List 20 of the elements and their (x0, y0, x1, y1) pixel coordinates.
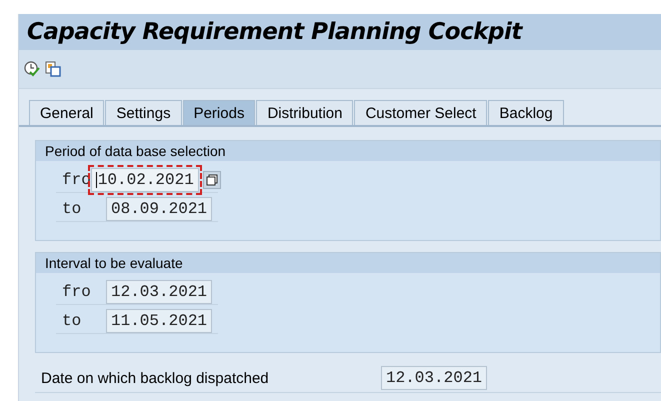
tab[interactable]: General (29, 100, 104, 125)
tab[interactable]: Customer Select (354, 100, 488, 125)
field-label: to (61, 312, 82, 330)
date-field[interactable]: 08.09.2021 (106, 196, 212, 220)
copy-icon[interactable] (44, 60, 62, 78)
tab[interactable]: Distribution (256, 100, 354, 125)
value-help-icon[interactable] (202, 170, 221, 188)
field-label: Date on which backlog dispatched (41, 370, 270, 386)
date-field[interactable]: 12.03.2021 (381, 366, 488, 390)
group-title: Period of data base selection (45, 143, 226, 159)
field-label: fro (61, 282, 92, 300)
date-field[interactable]: 11.05.2021 (106, 308, 212, 332)
tab[interactable]: Periods (182, 100, 256, 125)
tab[interactable]: Settings (105, 100, 182, 125)
tab[interactable]: Backlog (488, 100, 564, 125)
field-label: to (61, 200, 82, 218)
window-title: Capacity Requirement Planning Cockpit (27, 19, 522, 45)
clock-check-icon[interactable] (23, 60, 41, 78)
group-title: Interval to be evaluate (45, 255, 183, 271)
date-field[interactable]: 12.03.2021 (106, 280, 212, 304)
